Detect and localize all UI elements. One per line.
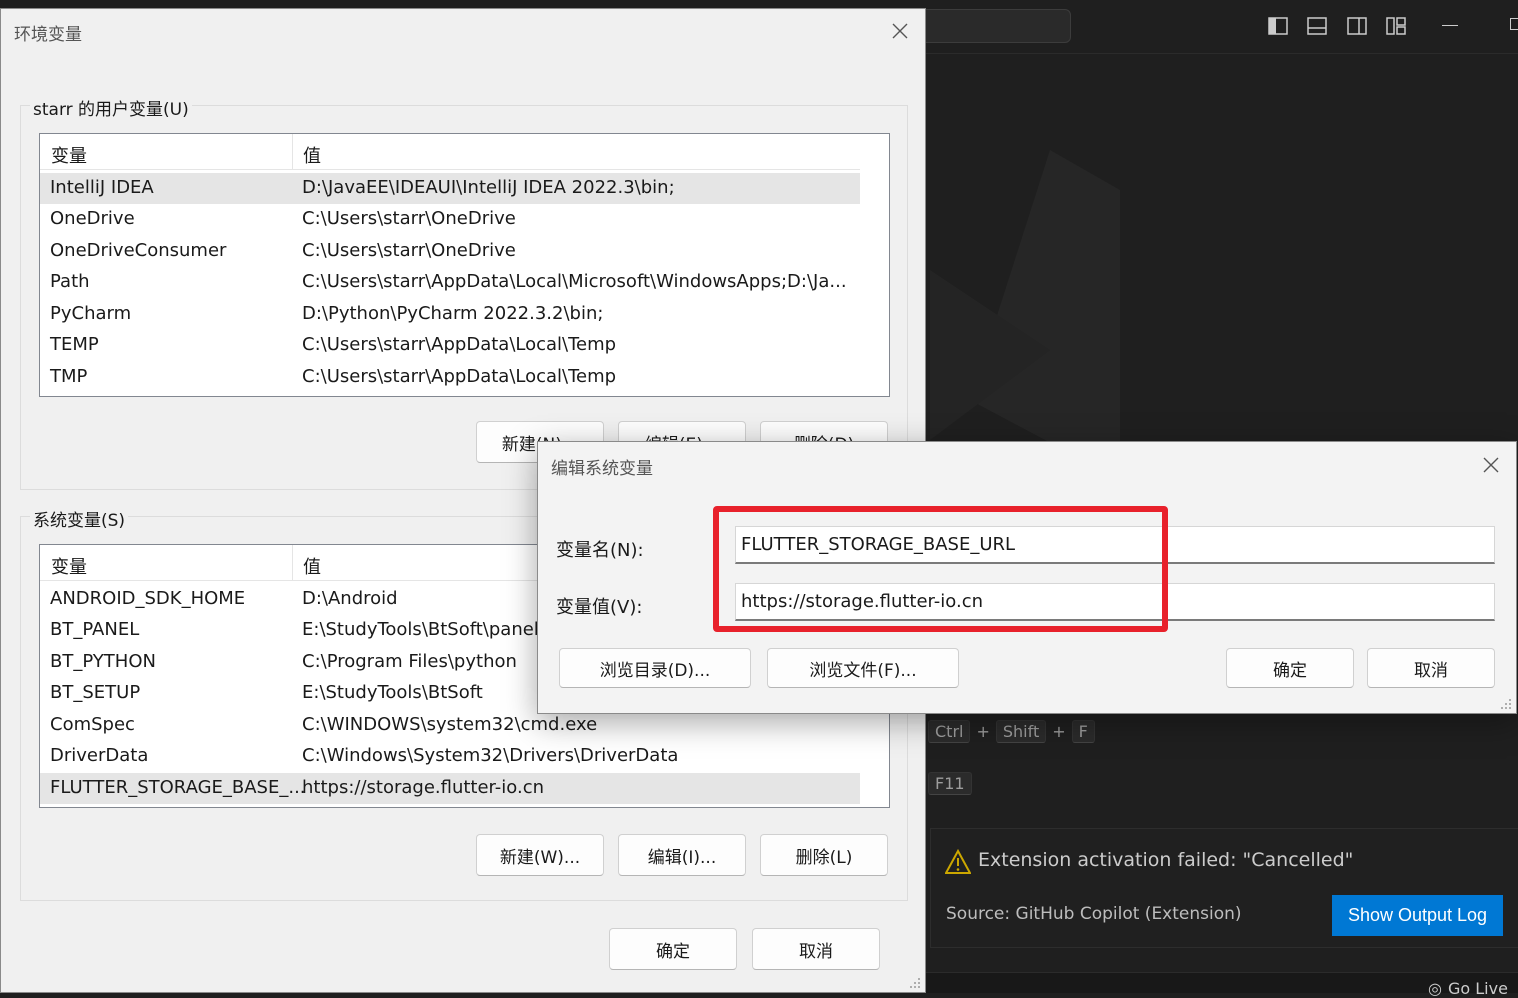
customize-layout-icon[interactable] [1385,15,1407,37]
system-delete-button[interactable]: 删除(L) [760,834,888,876]
ok-button[interactable]: 确定 [1226,648,1354,688]
variable-name-label: 变量名(N): [556,540,644,561]
ok-button[interactable]: 确定 [609,928,737,970]
close-icon[interactable] [891,21,911,41]
user-variables-label: starr 的用户变量(U) [30,95,192,120]
system-edit-button[interactable]: 编辑(I)... [618,834,746,876]
broadcast-icon: ◎ [1428,979,1442,998]
minimize-icon[interactable] [1442,25,1458,26]
shortcut-row-find: Ctrl + Shift + F [928,720,1095,743]
red-highlight-box [713,506,1168,632]
column-header-value[interactable]: 值 [303,553,321,579]
notification-source: Source: GitHub Copilot (Extension) [946,904,1242,924]
toggle-secondary-sidebar-icon[interactable] [1346,15,1368,37]
show-output-log-button[interactable]: Show Output Log [1332,895,1503,936]
variable-value-label: 变量值(V): [556,597,643,618]
column-header-value[interactable]: 值 [303,142,321,168]
notification-message: Extension activation failed: "Cancelled" [978,849,1354,871]
browse-file-button[interactable]: 浏览文件(F)... [767,648,959,688]
table-row[interactable]: PyCharm D:\Python\PyCharm 2022.3.2\bin; [40,299,860,330]
go-live-button[interactable]: ◎ Go Live [1428,979,1508,998]
table-row[interactable]: OneDrive C:\Users\starr\OneDrive [40,204,860,235]
system-variables-label: 系统变量(S) [30,506,129,531]
warning-icon [945,849,971,874]
column-header-variable[interactable]: 变量 [51,142,87,168]
notification-toast: Extension activation failed: "Cancelled"… [930,828,1518,948]
list-header: 变量 值 [40,134,860,170]
toggle-panel-icon[interactable] [1306,15,1328,37]
key: Shift [995,720,1047,743]
resize-grip-icon[interactable] [909,977,921,989]
dialog-title: 环境变量 [14,25,82,45]
table-row[interactable]: FLUTTER_STORAGE_BASE_... https://storage.… [40,773,860,804]
table-row[interactable]: Path C:\Users\starr\AppData\Local\Microso… [40,267,860,298]
toggle-primary-sidebar-icon[interactable] [1267,15,1289,37]
table-row[interactable]: DriverData C:\Windows\System32\Drivers\Dr… [40,741,860,772]
maximize-icon[interactable] [1510,18,1518,30]
shortcut-row-fullscreen: F11 [928,772,972,795]
user-variables-list[interactable]: 变量 值 IntelliJ IDEA D:\JavaEE\IDEAUI\Intel… [39,133,890,397]
close-icon[interactable] [1482,455,1502,475]
cancel-button[interactable]: 取消 [1367,648,1495,688]
table-row[interactable]: ComSpec C:\WINDOWS\system32\cmd.exe [40,710,860,741]
column-header-variable[interactable]: 变量 [51,553,87,579]
browse-directory-button[interactable]: 浏览目录(D)... [559,648,751,688]
table-row[interactable]: TMP C:\Users\starr\AppData\Local\Temp [40,362,860,393]
table-row[interactable]: TEMP C:\Users\starr\AppData\Local\Temp [40,330,860,361]
key: Ctrl [928,720,971,743]
key: F11 [928,772,972,795]
system-new-button[interactable]: 新建(W)... [476,834,604,876]
table-row[interactable]: OneDriveConsumer C:\Users\starr\OneDrive [40,236,860,267]
vscode-watermark-logo [930,150,1120,480]
resize-grip-icon[interactable] [1500,698,1512,710]
cancel-button[interactable]: 取消 [752,928,880,970]
table-row[interactable]: IntelliJ IDEA D:\JavaEE\IDEAUI\IntelliJ I… [40,173,860,204]
go-live-label: Go Live [1447,979,1508,998]
dialog-title: 编辑系统变量 [551,459,653,479]
key: F [1071,720,1095,743]
